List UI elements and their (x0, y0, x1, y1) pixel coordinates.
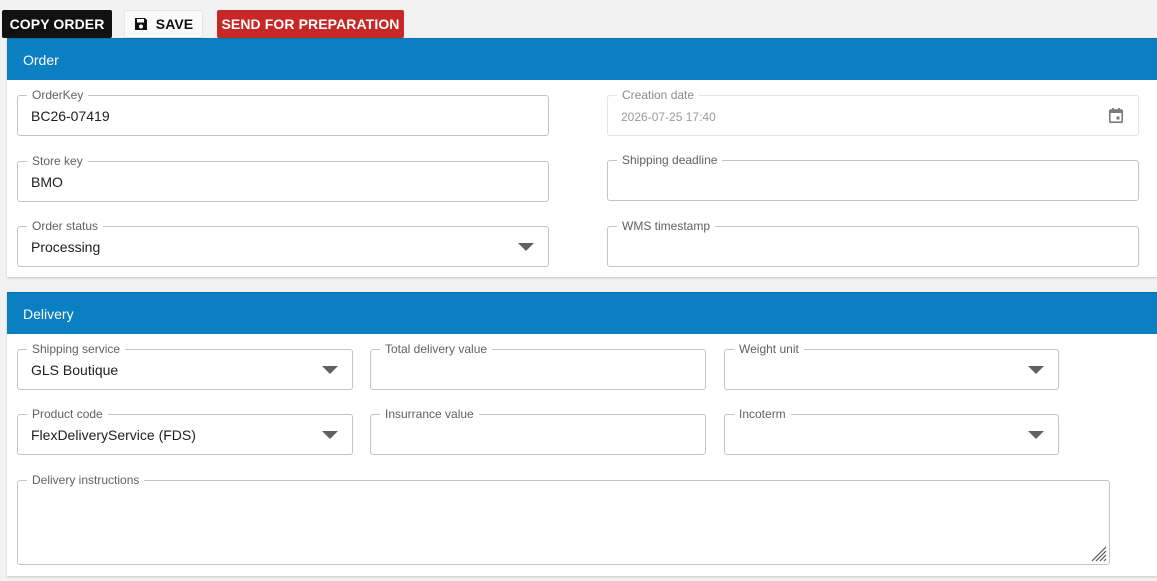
insurrance-value-field[interactable]: Insurrance value (370, 407, 706, 455)
creation-date-field: Creation date 2026-07-25 17:40 (607, 88, 1139, 136)
shipping-service-value: GLS Boutique (31, 362, 119, 378)
order-key-label: OrderKey (27, 88, 89, 102)
copy-order-button[interactable]: COPY ORDER (2, 10, 112, 38)
chevron-down-icon (322, 366, 338, 374)
order-section-title: Order (23, 51, 59, 68)
delivery-section-title: Delivery (23, 305, 74, 322)
send-for-preparation-label: SEND FOR PREPARATION (221, 16, 400, 32)
resize-handle-icon[interactable] (1089, 544, 1107, 562)
product-code-value: FlexDeliveryService (FDS) (31, 427, 196, 443)
creation-date-label: Creation date (617, 88, 700, 102)
total-delivery-value-label: Total delivery value (380, 342, 493, 356)
chevron-down-icon (322, 431, 338, 439)
product-code-select[interactable]: Product code FlexDeliveryService (FDS) (17, 407, 353, 455)
weight-unit-label: Weight unit (734, 342, 804, 356)
wms-timestamp-label: WMS timestamp (617, 219, 716, 233)
order-status-label: Order status (27, 219, 104, 233)
send-for-preparation-button[interactable]: SEND FOR PREPARATION (217, 10, 404, 38)
chevron-down-icon (1028, 431, 1044, 439)
incoterm-label: Incoterm (734, 407, 791, 421)
delivery-section-header: Delivery (7, 292, 1157, 334)
total-delivery-value-field[interactable]: Total delivery value (370, 342, 706, 390)
chevron-down-icon (518, 243, 534, 251)
order-key-field[interactable]: OrderKey BC26-07419 (17, 88, 549, 136)
store-key-label: Store key (27, 154, 88, 168)
order-status-select[interactable]: Order status Processing (17, 219, 549, 267)
order-key-value: BC26-07419 (31, 108, 110, 124)
save-label: SAVE (155, 16, 194, 32)
chevron-down-icon (1028, 366, 1044, 374)
insurrance-value-label: Insurrance value (380, 407, 479, 421)
creation-date-value: 2026-07-25 17:40 (621, 110, 716, 124)
delivery-section: Delivery Shipping service GLS Boutique T… (7, 292, 1157, 576)
order-status-value: Processing (31, 239, 101, 255)
toolbar: COPY ORDER SAVE SEND FOR PREPARATION (0, 0, 1157, 38)
product-code-label: Product code (27, 407, 108, 421)
shipping-service-select[interactable]: Shipping service GLS Boutique (17, 342, 353, 390)
shipping-deadline-field[interactable]: Shipping deadline (607, 153, 1139, 201)
shipping-deadline-label: Shipping deadline (617, 153, 723, 167)
shipping-service-label: Shipping service (27, 342, 126, 356)
delivery-instructions-textarea[interactable]: Delivery instructions (17, 473, 1110, 565)
copy-order-label: COPY ORDER (9, 16, 105, 32)
floppy-disk-icon (134, 18, 147, 30)
store-key-field[interactable]: Store key BMO (17, 154, 549, 202)
calendar-icon (1109, 108, 1123, 123)
incoterm-select[interactable]: Incoterm (724, 407, 1059, 455)
delivery-instructions-label: Delivery instructions (27, 473, 145, 487)
order-section-header: Order (7, 38, 1157, 80)
save-button[interactable]: SAVE (124, 10, 203, 38)
wms-timestamp-field[interactable]: WMS timestamp (607, 219, 1139, 267)
store-key-value: BMO (31, 174, 63, 190)
weight-unit-select[interactable]: Weight unit (724, 342, 1059, 390)
order-section: Order OrderKey BC26-07419 Creation date … (7, 38, 1157, 277)
